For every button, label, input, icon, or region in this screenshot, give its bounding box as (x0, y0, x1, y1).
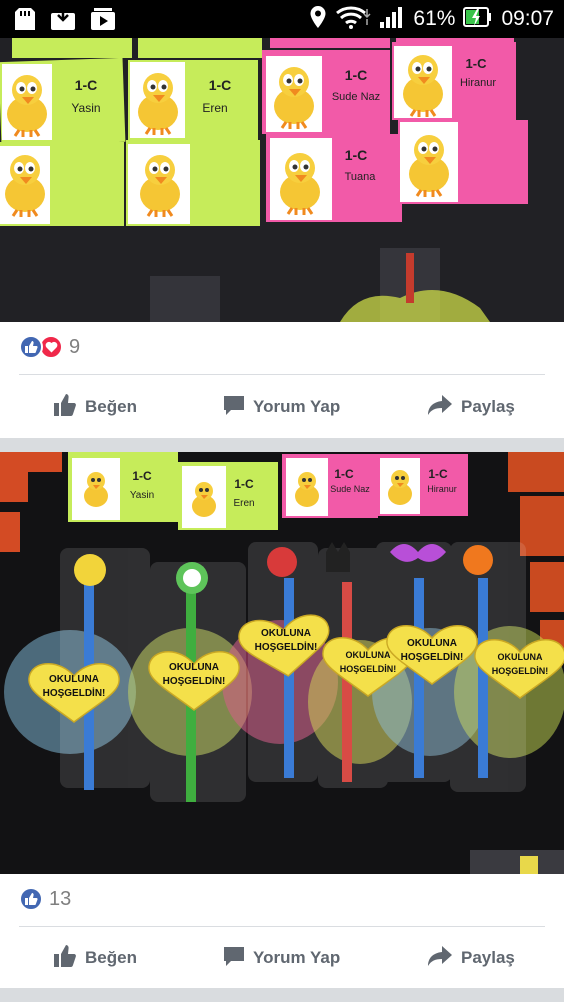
card-name: Yasin (71, 101, 100, 115)
reaction-count: 9 (69, 335, 81, 358)
card-name: Hiranur (427, 484, 457, 494)
card-class-label: 1-C (345, 147, 368, 163)
clock: 09:07 (501, 7, 554, 30)
reaction-count: 13 (49, 887, 72, 910)
comment-bubble-icon (223, 945, 245, 972)
like-icon (19, 887, 43, 911)
share-button-label: Paylaş (461, 397, 515, 416)
name-cards-photo: 1-C Yasin 1-C Eren 1-C Sude Naz 1-C Hira… (0, 38, 564, 322)
card-class-label: 1-C (234, 477, 254, 491)
comment-button-label: Yorum Yap (253, 948, 341, 967)
battery-percent: 61% (413, 7, 456, 30)
card-class-label: 1-C (428, 467, 448, 481)
thumbs-up-icon (53, 393, 77, 422)
card-class-label: 1-C (75, 77, 98, 93)
card-class-label: 1-C (345, 67, 368, 83)
like-button[interactable]: Beğen (53, 938, 137, 978)
signal-bars-icon (379, 5, 405, 34)
card-name: Tuana (345, 171, 377, 183)
share-arrow-icon (427, 394, 453, 421)
pencil-gifts-photo: 1-C Yasin 1-C Eren 1-C Sude Naz 1-C Hira… (0, 452, 564, 874)
share-arrow-icon (427, 945, 453, 972)
media-play-icon (90, 7, 116, 36)
heart-text: HOŞGELDİN! (255, 640, 318, 653)
status-bar: 61% 09:07 (0, 0, 564, 38)
card-class-label: 1-C (209, 77, 232, 93)
card-name: Eren (233, 498, 254, 509)
heart-text: OKULUNA (261, 628, 311, 639)
thumbs-up-icon (53, 944, 77, 973)
comment-button[interactable]: Yorum Yap (223, 387, 340, 427)
feed-separator (0, 988, 564, 1002)
card-name: Yasin (130, 490, 154, 501)
share-button[interactable]: Paylaş (427, 938, 515, 978)
comment-button[interactable]: Yorum Yap (223, 938, 340, 978)
heart-text: OKULUNA (49, 674, 99, 685)
feed-separator (0, 438, 564, 452)
heart-text: HOŞGELDİN! (43, 686, 106, 699)
card-name: Hiranur (460, 77, 496, 89)
reactions-summary[interactable]: 9 (19, 335, 80, 359)
heart-text: HOŞGELDİN! (163, 674, 226, 687)
sd-card-icon (14, 7, 36, 36)
name-card-yasin (0, 57, 126, 147)
heart-text: HOŞGELDİN! (340, 664, 397, 674)
reactions-summary[interactable]: 13 (19, 887, 71, 911)
battery-charging-icon (463, 6, 493, 33)
comment-bubble-icon (223, 394, 245, 421)
action-bar: Beğen Yorum Yap Paylaş (0, 387, 564, 427)
heart-text: OKULUNA (169, 662, 219, 673)
heart-text: OKULUNA (407, 638, 457, 649)
card-name: Sude Naz (330, 484, 370, 494)
like-button[interactable]: Beğen (53, 387, 137, 427)
wifi-icon (335, 5, 371, 34)
post-footer: 9 Beğen Yorum Yap Paylaş (0, 322, 564, 438)
post-photo-pencil-gifts[interactable]: 1-C Yasin 1-C Eren 1-C Sude Naz 1-C Hira… (0, 452, 564, 874)
action-bar: Beğen Yorum Yap Paylaş (0, 938, 564, 978)
comment-button-label: Yorum Yap (253, 397, 341, 416)
card-class-label: 1-C (334, 467, 354, 481)
share-button-label: Paylaş (461, 948, 515, 967)
share-button[interactable]: Paylaş (427, 387, 515, 427)
divider (19, 374, 545, 375)
download-tray-icon (50, 7, 76, 36)
post-photo-name-cards[interactable]: 1-C Yasin 1-C Eren 1-C Sude Naz 1-C Hira… (0, 38, 564, 322)
like-icon (19, 335, 43, 359)
like-button-label: Beğen (85, 948, 137, 967)
heart-text: HOŞGELDİN! (492, 666, 549, 676)
location-pin-icon (309, 5, 327, 34)
divider (19, 926, 545, 927)
card-class-label: 1-C (132, 469, 152, 483)
card-class-label: 1-C (466, 56, 488, 71)
heart-text: OKULUNA (498, 652, 543, 662)
heart-text: OKULUNA (346, 650, 391, 660)
facebook-feed: 61% 09:07 1-C Yasin 1-C Eren 1-C Sude Na… (0, 0, 564, 1002)
card-name: Sude Naz (332, 91, 380, 103)
like-button-label: Beğen (85, 397, 137, 416)
card-name: Eren (202, 101, 227, 115)
heart-text: HOŞGELDİN! (401, 650, 464, 663)
post-footer: 13 Beğen Yorum Yap Paylaş (0, 874, 564, 988)
